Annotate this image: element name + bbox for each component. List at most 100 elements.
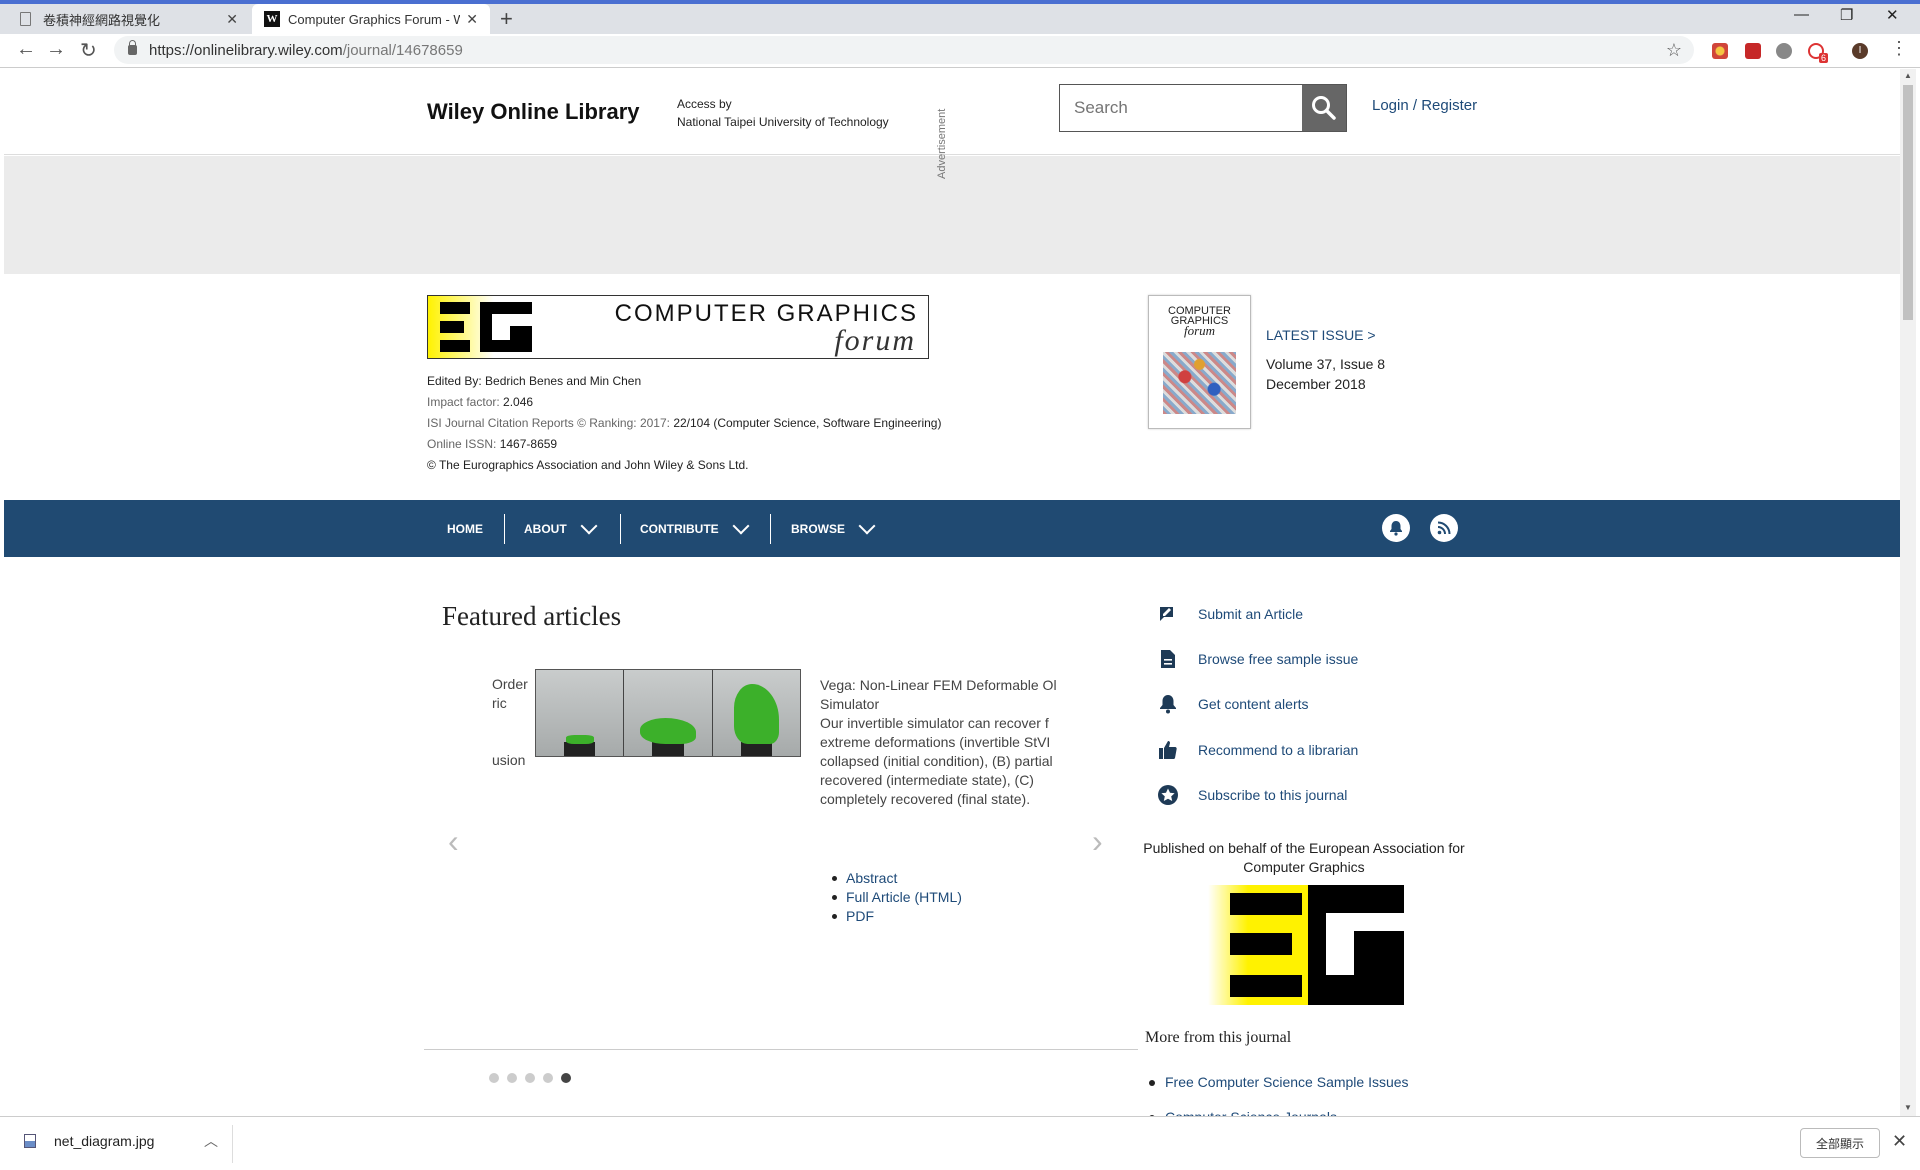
recommend-librarian-link[interactable]: Recommend to a librarian [1156,738,1358,762]
article-title[interactable]: Simulator [820,695,1066,714]
nav-about[interactable]: ABOUT [524,500,598,557]
bell-icon[interactable] [1382,514,1410,542]
carousel-dot[interactable] [525,1073,535,1083]
bell-icon [1156,692,1180,716]
journal-nav: HOME ABOUT CONTRIBUTE BROWSE [4,500,1900,557]
tab-title: 卷積神經網路視覺化 [43,12,161,28]
nav-divider [770,514,771,544]
login-register: Login / Register [1372,97,1477,114]
nav-browse[interactable]: BROWSE [791,500,876,557]
pedestal [652,742,684,756]
search-icon [1312,96,1336,120]
latest-issue-link[interactable]: LATEST ISSUE > [1266,327,1376,343]
tab-strip: 卷積神經網路視覺化 ✕ W Computer Graphics Forum - … [0,0,1920,34]
carousel-dot-active[interactable] [561,1073,571,1083]
divider [424,1049,1138,1050]
reload-icon[interactable]: ↻ [80,38,97,63]
pdf-link[interactable]: PDF [832,907,962,926]
address-bar[interactable]: https://onlinelibrary.wiley.com/journal/… [114,36,1694,64]
new-tab-button[interactable]: + [500,6,513,32]
pedestal [563,742,596,756]
profile-avatar[interactable]: I [1852,43,1868,59]
collapsed-model [565,735,594,744]
extension-red-icon[interactable] [1745,43,1761,59]
sample-issue-link[interactable]: Browse free sample issue [1156,647,1358,671]
pedestal [740,742,773,756]
menu-kebab-icon[interactable]: ⋮ [1890,38,1908,59]
forward-arrow-icon[interactable]: → [46,38,66,61]
bookmark-star-icon[interactable]: ☆ [1666,40,1682,61]
more-link[interactable]: Free Computer Science Sample Issues [1149,1065,1409,1100]
carousel-dot[interactable] [489,1073,499,1083]
cover-artwork [1163,352,1236,414]
close-icon[interactable]: ✕ [466,11,478,28]
scroll-down-icon[interactable]: ▼ [1904,1103,1912,1112]
latest-issue-cover[interactable]: COMPUTER GRAPHICS forum [1148,295,1251,429]
close-icon[interactable]: ✕ [1892,1131,1907,1152]
article-desc: extreme deformations (invertible StVI [820,734,1051,750]
wiley-favicon-icon: W [264,11,280,27]
site-brand[interactable]: Wiley Online Library [427,99,640,125]
recovered-model [733,684,780,744]
chevron-down-icon [580,517,598,534]
banner-subtitle: forum [834,324,916,357]
editors: Bedrich Benes and Min Chen [485,374,642,388]
carousel-prev-icon[interactable]: ‹ [448,823,459,860]
article-title[interactable]: Vega: Non-Linear FEM Deformable Ol [820,676,1066,695]
carousel-dot[interactable] [543,1073,553,1083]
image-panel [624,670,713,756]
more-link[interactable]: Computer Science Journals [1149,1100,1409,1116]
carousel-next-icon[interactable]: › [1092,823,1103,860]
image-file-icon [24,1134,36,1148]
extension-gray-icon[interactable] [1776,43,1792,59]
eurographics-logo[interactable] [1208,885,1404,1005]
impact-factor: 2.046 [503,395,534,409]
full-article-link[interactable]: Full Article (HTML) [832,888,962,907]
extension-badge: 6 [1818,53,1828,63]
tab-active[interactable]: W Computer Graphics Forum - W ✕ [252,4,490,34]
search-button[interactable] [1302,85,1346,131]
extension-instagram-icon[interactable] [1712,43,1728,59]
search-box [1059,84,1347,132]
close-window-button[interactable]: ✕ [1886,6,1899,24]
search-input[interactable] [1060,85,1302,131]
scroll-up-icon[interactable]: ▲ [1904,71,1912,80]
featured-article-image[interactable] [535,669,801,757]
extension-blocker-icon[interactable]: 6 [1808,43,1828,63]
login-link[interactable]: Login [1372,97,1409,114]
access-label: Access by [677,97,732,111]
register-link[interactable]: Register [1421,97,1477,114]
scroll-thumb[interactable] [1903,85,1913,320]
latest-issue-info: Volume 37, Issue 8 December 2018 [1266,354,1385,394]
download-item[interactable]: net_diagram.jpg [24,1133,154,1149]
nav-contribute[interactable]: CONTRIBUTE [640,500,750,557]
content-alerts-link[interactable]: Get content alerts [1156,692,1309,716]
nav-home[interactable]: HOME [447,500,483,557]
article-desc: completely recovered (final state). [820,791,1031,807]
institution-name: National Taipei University of Technology [677,115,889,129]
nav-divider [620,514,621,544]
page-scrollbar[interactable]: ▲ ▼ [1900,69,1916,1116]
back-arrow-icon[interactable]: ← [16,38,36,61]
document-icon [20,12,31,26]
subscribe-link[interactable]: Subscribe to this journal [1156,783,1347,807]
more-from-journal-heading: More from this journal [1145,1029,1292,1046]
issn-line: Online ISSN: 1467-8659 [427,437,558,451]
partial-model [640,718,696,744]
minimize-button[interactable]: — [1794,6,1809,23]
abstract-link[interactable]: Abstract [832,869,962,888]
issue-date: December 2018 [1266,376,1366,392]
thumbs-up-icon [1156,738,1180,762]
tab-inactive[interactable]: 卷積神經網路視覺化 ✕ [8,4,250,34]
close-icon[interactable]: ✕ [226,11,238,28]
restore-button[interactable]: ❐ [1840,6,1853,24]
rss-icon[interactable] [1430,514,1458,542]
journal-banner[interactable]: COMPUTER GRAPHICS forum [427,295,929,359]
show-all-button[interactable]: 全部顯示 [1800,1128,1880,1158]
chevron-up-icon[interactable]: ︿ [204,1131,218,1151]
prev-slide-fragment: ric [492,695,507,711]
chevron-down-icon [732,517,750,534]
submit-article-link[interactable]: Submit an Article [1156,602,1303,626]
carousel-dot[interactable] [507,1073,517,1083]
web-page: Wiley Online Library Access by National … [4,69,1900,1116]
